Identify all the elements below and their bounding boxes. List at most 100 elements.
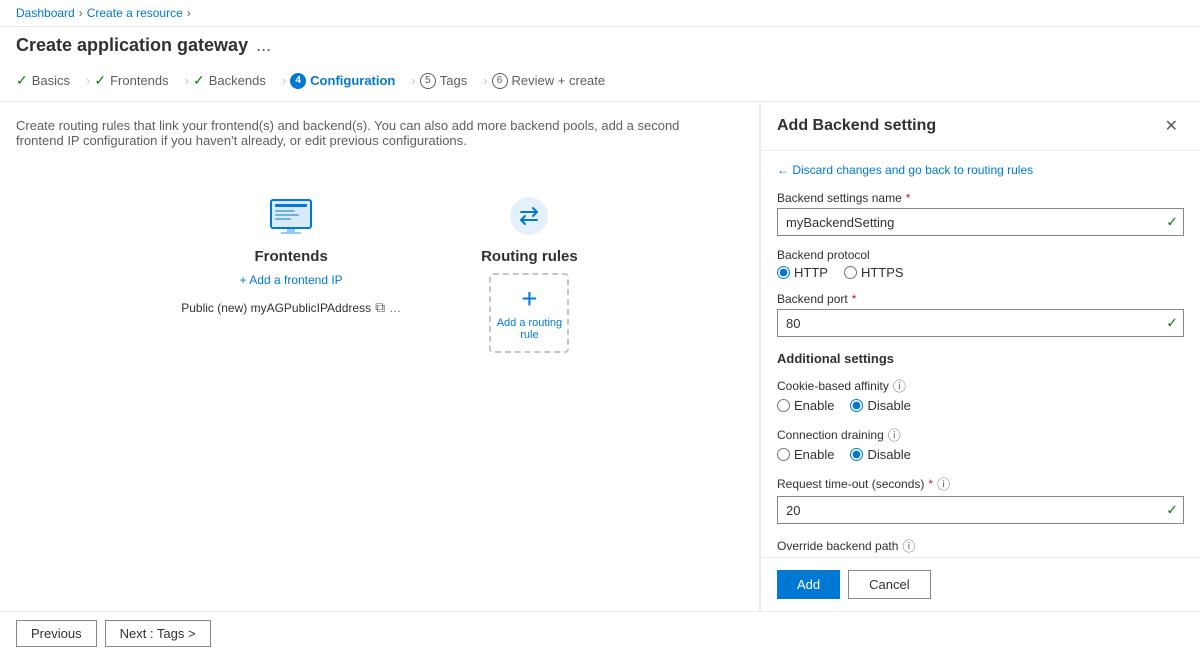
step-basics[interactable]: ✓ Basics: [16, 68, 82, 93]
left-description: Create routing rules that link your fron…: [16, 118, 696, 148]
frontends-node: Frontends + Add a frontend IP Public (ne…: [181, 192, 401, 316]
backend-protocol-label: Backend protocol: [777, 248, 1184, 262]
backend-protocol-group: Backend protocol HTTP HTTPS: [777, 248, 1184, 280]
step-review[interactable]: 6 Review + create: [492, 69, 618, 93]
frontends-label: Frontends: [254, 248, 327, 265]
protocol-http-radio[interactable]: [777, 266, 790, 279]
cookie-disable-radio[interactable]: [850, 399, 863, 412]
page-header: Create application gateway ...: [0, 27, 1200, 60]
frontend-dots[interactable]: …: [389, 301, 401, 315]
cookie-disable-option[interactable]: Disable: [850, 398, 910, 413]
backend-protocol-radio-group: HTTP HTTPS: [777, 265, 1184, 280]
step-backends-check: ✓: [193, 72, 205, 89]
step-backends-label: Backends: [209, 73, 266, 88]
steps-bar: ✓ Basics › ✓ Frontends › ✓ Backends › 4 …: [0, 60, 1200, 102]
request-timeout-wrapper: 20 30 60 ✓: [777, 496, 1184, 524]
drain-enable-label: Enable: [794, 447, 834, 462]
left-panel: Create routing rules that link your fron…: [0, 102, 760, 611]
backend-settings-name-label: Backend settings name *: [777, 191, 1184, 205]
cookie-enable-option[interactable]: Enable: [777, 398, 834, 413]
step-frontends-label: Frontends: [110, 73, 169, 88]
cookie-enable-radio[interactable]: [777, 399, 790, 412]
override-backend-path-label: Override backend path ⓘ: [777, 536, 1184, 555]
breadcrumb-dashboard[interactable]: Dashboard: [16, 6, 75, 20]
main-content: Create routing rules that link your fron…: [0, 102, 1200, 611]
step-review-number: 6: [492, 73, 508, 89]
step-configuration[interactable]: 4 Configuration: [290, 69, 407, 93]
routing-rules-label: Routing rules: [481, 248, 578, 265]
copy-icon[interactable]: ⧉: [375, 299, 385, 316]
additional-settings-header: Additional settings: [777, 351, 1184, 366]
add-frontend-link[interactable]: + Add a frontend IP: [240, 273, 343, 287]
step-frontends-check: ✓: [94, 72, 106, 89]
connection-draining-group: Connection draining ⓘ Enable Disable: [777, 425, 1184, 462]
backend-settings-name-group: Backend settings name * ✓: [777, 191, 1184, 236]
connection-draining-label: Connection draining ⓘ: [777, 425, 1184, 444]
request-timeout-select[interactable]: 20 30 60: [777, 496, 1184, 524]
drain-enable-option[interactable]: Enable: [777, 447, 834, 462]
backend-port-wrapper: 80 443 8080 ✓: [777, 309, 1184, 337]
drawer-footer: Add Cancel: [761, 557, 1200, 611]
right-panel: Add Backend setting ✕ ← Discard changes …: [760, 102, 1200, 611]
step-tags-number: 5: [420, 73, 436, 89]
cookie-affinity-label: Cookie-based affinity ⓘ: [777, 376, 1184, 395]
add-routing-rule-box[interactable]: + Add a routing rule: [489, 273, 569, 353]
diagram: Frontends + Add a frontend IP Public (ne…: [16, 172, 743, 373]
timeout-required-marker: *: [928, 477, 933, 491]
step-frontends[interactable]: ✓ Frontends: [94, 68, 180, 93]
routing-rules-icon: [505, 192, 553, 240]
required-marker: *: [906, 191, 911, 205]
drain-enable-radio[interactable]: [777, 448, 790, 461]
cookie-affinity-group: Cookie-based affinity ⓘ Enable Disable: [777, 376, 1184, 413]
override-backend-path-info[interactable]: ⓘ: [902, 536, 915, 555]
drain-disable-option[interactable]: Disable: [850, 447, 910, 462]
routing-rules-node: Routing rules + Add a routing rule: [481, 192, 578, 353]
step-backends[interactable]: ✓ Backends: [193, 68, 278, 93]
cancel-button[interactable]: Cancel: [848, 570, 930, 599]
frontend-sub-text: Public (new) myAGPublicIPAddress: [181, 301, 371, 315]
next-button[interactable]: Next : Tags >: [105, 620, 211, 647]
request-timeout-group: Request time-out (seconds) * ⓘ 20 30 60 …: [777, 474, 1184, 524]
frontend-sub: Public (new) myAGPublicIPAddress ⧉ …: [181, 299, 401, 316]
protocol-http-label: HTTP: [794, 265, 828, 280]
backend-settings-name-input[interactable]: [777, 208, 1184, 236]
connection-draining-info[interactable]: ⓘ: [888, 425, 901, 444]
add-rule-plus-icon: +: [521, 285, 537, 313]
connection-draining-radios: Enable Disable: [777, 447, 1184, 462]
step-configuration-label: Configuration: [310, 73, 395, 88]
backend-port-label: Backend port *: [777, 292, 1184, 306]
previous-button[interactable]: Previous: [16, 620, 97, 647]
cookie-affinity-radios: Enable Disable: [777, 398, 1184, 413]
step-review-label: Review + create: [512, 73, 606, 88]
drain-disable-label: Disable: [867, 447, 910, 462]
back-link[interactable]: ← Discard changes and go back to routing…: [777, 163, 1184, 177]
backend-settings-name-check: ✓: [1166, 214, 1178, 231]
request-timeout-info[interactable]: ⓘ: [937, 474, 950, 493]
add-rule-label: Add a routing rule: [491, 317, 567, 341]
step-tags[interactable]: 5 Tags: [420, 69, 479, 93]
backend-settings-name-wrapper: ✓: [777, 208, 1184, 236]
protocol-http-option[interactable]: HTTP: [777, 265, 828, 280]
breadcrumb-sep-2: ›: [187, 6, 191, 20]
step-basics-check: ✓: [16, 72, 28, 89]
protocol-https-label: HTTPS: [861, 265, 904, 280]
override-backend-path-group: Override backend path ⓘ ✓: [777, 536, 1184, 557]
port-required-marker: *: [852, 292, 857, 306]
cookie-enable-label: Enable: [794, 398, 834, 413]
protocol-https-radio[interactable]: [844, 266, 857, 279]
protocol-https-option[interactable]: HTTPS: [844, 265, 904, 280]
drawer-close-button[interactable]: ✕: [1159, 114, 1184, 138]
breadcrumb: Dashboard › Create a resource ›: [0, 0, 1200, 27]
drawer-title: Add Backend setting: [777, 117, 936, 135]
cookie-affinity-info[interactable]: ⓘ: [893, 376, 906, 395]
page-options-dots[interactable]: ...: [256, 35, 271, 56]
backend-port-select[interactable]: 80 443 8080: [777, 309, 1184, 337]
drain-disable-radio[interactable]: [850, 448, 863, 461]
bottom-bar: Previous Next : Tags >: [0, 611, 1200, 655]
breadcrumb-sep-1: ›: [79, 6, 83, 20]
breadcrumb-create-resource[interactable]: Create a resource: [87, 6, 183, 20]
backend-port-group: Backend port * 80 443 8080 ✓: [777, 292, 1184, 337]
add-button[interactable]: Add: [777, 570, 840, 599]
frontends-icon: [267, 192, 315, 240]
request-timeout-label: Request time-out (seconds) * ⓘ: [777, 474, 1184, 493]
